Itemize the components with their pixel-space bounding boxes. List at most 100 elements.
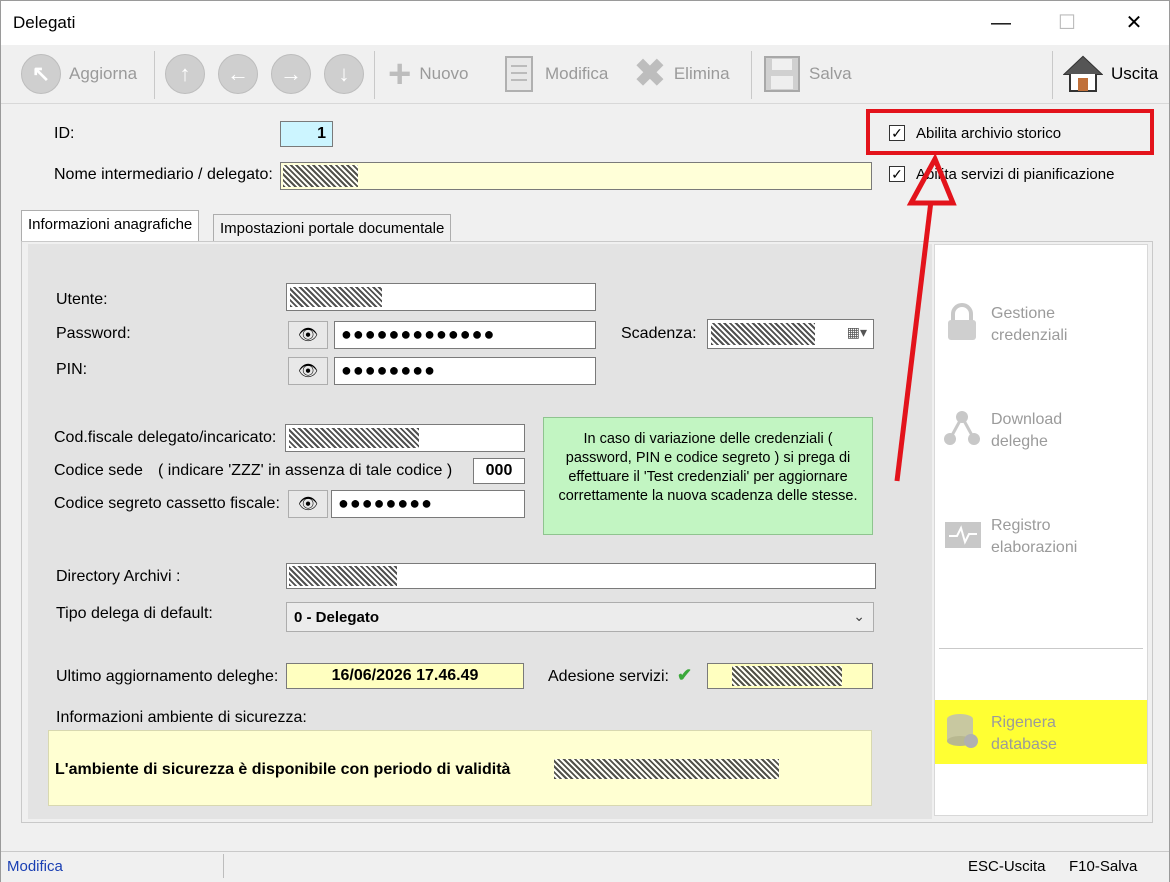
office-label: Codice sede — [54, 462, 143, 479]
status-separator — [223, 854, 224, 878]
arrow-down-icon: ↓ — [324, 54, 364, 94]
monitor-pulse-icon — [943, 515, 981, 553]
secret-label: Codice segreto cassetto fiscale: — [54, 495, 280, 512]
toolbar-separator — [1052, 51, 1053, 99]
exit-button[interactable]: Uscita — [1063, 51, 1158, 97]
credentials-note: In caso di variazione delle credenziali … — [543, 417, 873, 535]
last-update-field: 16/06/2026 17.46.49 — [286, 663, 524, 689]
directory-label: Directory Archivi : — [56, 568, 181, 585]
status-bar: Modifica ESC-Uscita F10-Salva — [1, 851, 1169, 882]
toolbar-separator — [751, 51, 752, 99]
adesione-field — [707, 663, 873, 689]
delega-type-select[interactable]: 0 - Delegato ⌄ — [286, 602, 874, 632]
show-password-button[interactable]: 👁 — [288, 321, 328, 349]
toolbar: ↖ Aggiorna ↑ ← → ↓ + Nuovo Modifica ✖ El… — [1, 45, 1169, 104]
delete-button[interactable]: ✖ Elimina — [634, 51, 730, 97]
edit-label: Modifica — [545, 64, 609, 83]
pin-label: PIN: — [56, 361, 88, 378]
password-label: Password: — [56, 325, 131, 342]
archive-checkbox[interactable]: ✓ — [889, 125, 905, 141]
name-label: Nome intermediario / delegato: — [54, 166, 273, 183]
delete-label: Elimina — [673, 64, 730, 83]
pin-field[interactable]: ●●●●●●●● — [334, 357, 596, 385]
first-button[interactable]: ↑ — [165, 51, 205, 97]
log-line1: Registro — [991, 517, 1051, 534]
rebuild-line2: database — [991, 736, 1057, 753]
toolbar-separator — [374, 51, 375, 99]
refresh-label: Aggiorna — [69, 64, 138, 83]
archive-label: Abilita archivio storico — [916, 125, 1062, 142]
previous-button[interactable]: ← — [218, 51, 258, 97]
delega-type-label: Tipo delega di default: — [56, 605, 213, 622]
arrow-up-icon: ↑ — [165, 54, 205, 94]
id-label: ID: — [54, 125, 75, 142]
download-line1: Download — [991, 411, 1063, 428]
plus-icon: + — [388, 52, 412, 96]
user-field[interactable] — [286, 283, 596, 311]
user-label: Utente: — [56, 291, 108, 308]
expiry-label: Scadenza: — [621, 325, 697, 342]
arrow-left-icon: ← — [218, 54, 258, 94]
title-bar: Delegati — ☐ ✕ — [1, 1, 1169, 45]
rebuild-content: Rigenera database — [943, 712, 1057, 756]
eye-icon: 👁 — [297, 363, 319, 380]
floppy-icon — [764, 56, 800, 92]
exit-label: Uscita — [1111, 64, 1159, 83]
eye-icon: 👁 — [297, 496, 319, 513]
eye-icon: 👁 — [297, 327, 319, 344]
password-field[interactable]: ●●●●●●●●●●●●● — [334, 321, 596, 349]
rebuild-database-button[interactable]: Rigenera database — [935, 700, 1147, 764]
window-title: Delegati — [13, 13, 76, 32]
adesione-label: Adesione servizi: — [548, 668, 669, 685]
arrow-right-icon: → — [271, 54, 311, 94]
next-button[interactable]: → — [271, 51, 311, 97]
last-button[interactable]: ↓ — [324, 51, 364, 97]
refresh-icon: ↖ — [21, 54, 61, 94]
show-secret-button[interactable]: 👁 — [288, 490, 328, 518]
security-box: L'ambiente di sicurezza è disponibile co… — [48, 730, 872, 806]
calendar-icon: ▦▾ — [846, 324, 867, 340]
show-pin-button[interactable]: 👁 — [288, 357, 328, 385]
name-field[interactable] — [280, 162, 872, 190]
delega-type-value: 0 - Delegato — [294, 609, 380, 626]
chevron-down-icon: ⌄ — [853, 608, 865, 624]
toolbar-separator — [154, 51, 155, 99]
window: Delegati — ☐ ✕ ↖ Aggiorna ↑ ← → ↓ + Nuov… — [0, 0, 1170, 882]
download-line2: deleghe — [991, 433, 1048, 450]
refresh-button[interactable]: ↖ Aggiorna — [21, 51, 137, 97]
save-label: Salva — [809, 64, 852, 83]
last-update-label: Ultimo aggiornamento deleghe: — [56, 668, 279, 685]
new-label: Nuovo — [419, 64, 469, 83]
status-esc: ESC-Uscita — [968, 858, 1046, 875]
credentials-line2: credenziali — [991, 327, 1068, 344]
home-icon — [1063, 55, 1103, 92]
directory-field[interactable] — [286, 563, 876, 589]
security-label: Informazioni ambiente di sicurezza: — [56, 709, 307, 726]
secret-field[interactable]: ●●●●●●●● — [331, 490, 525, 518]
expiry-date-picker[interactable]: ▦▾ — [707, 319, 874, 349]
log-line2: elaborazioni — [991, 539, 1078, 556]
credentials-line1: Gestione — [991, 305, 1056, 322]
annotation-arrow — [894, 153, 957, 482]
tab-anagrafica[interactable]: Informazioni anagrafiche — [21, 210, 200, 243]
office-hint: ( indicare 'ZZZ' in assenza di tale codi… — [158, 462, 453, 479]
x-icon: ✖ — [634, 53, 666, 95]
taxcode-label: Cod.fiscale delegato/incaricato: — [54, 429, 277, 446]
save-button[interactable]: Salva — [763, 51, 852, 97]
side-divider — [939, 648, 1143, 649]
office-code-field[interactable]: 000 — [473, 458, 525, 484]
close-button[interactable]: ✕ — [1104, 7, 1164, 39]
taxcode-field[interactable] — [285, 424, 525, 452]
new-button[interactable]: + Nuovo — [388, 51, 469, 97]
tab-portale[interactable]: Impostazioni portale documentale — [213, 214, 452, 244]
notepad-icon — [505, 56, 533, 92]
status-f10: F10-Salva — [1069, 858, 1138, 875]
security-text: L'ambiente di sicurezza è disponibile co… — [55, 761, 511, 778]
edit-button[interactable]: Modifica — [503, 51, 608, 97]
minimize-button[interactable]: — — [971, 7, 1031, 39]
rebuild-line1: Rigenera — [991, 714, 1056, 731]
id-field: 1 — [280, 121, 333, 147]
log-button[interactable]: Registro elaborazioni — [943, 515, 1077, 559]
status-mode: Modifica — [7, 858, 63, 875]
maximize-button[interactable]: ☐ — [1037, 7, 1097, 39]
